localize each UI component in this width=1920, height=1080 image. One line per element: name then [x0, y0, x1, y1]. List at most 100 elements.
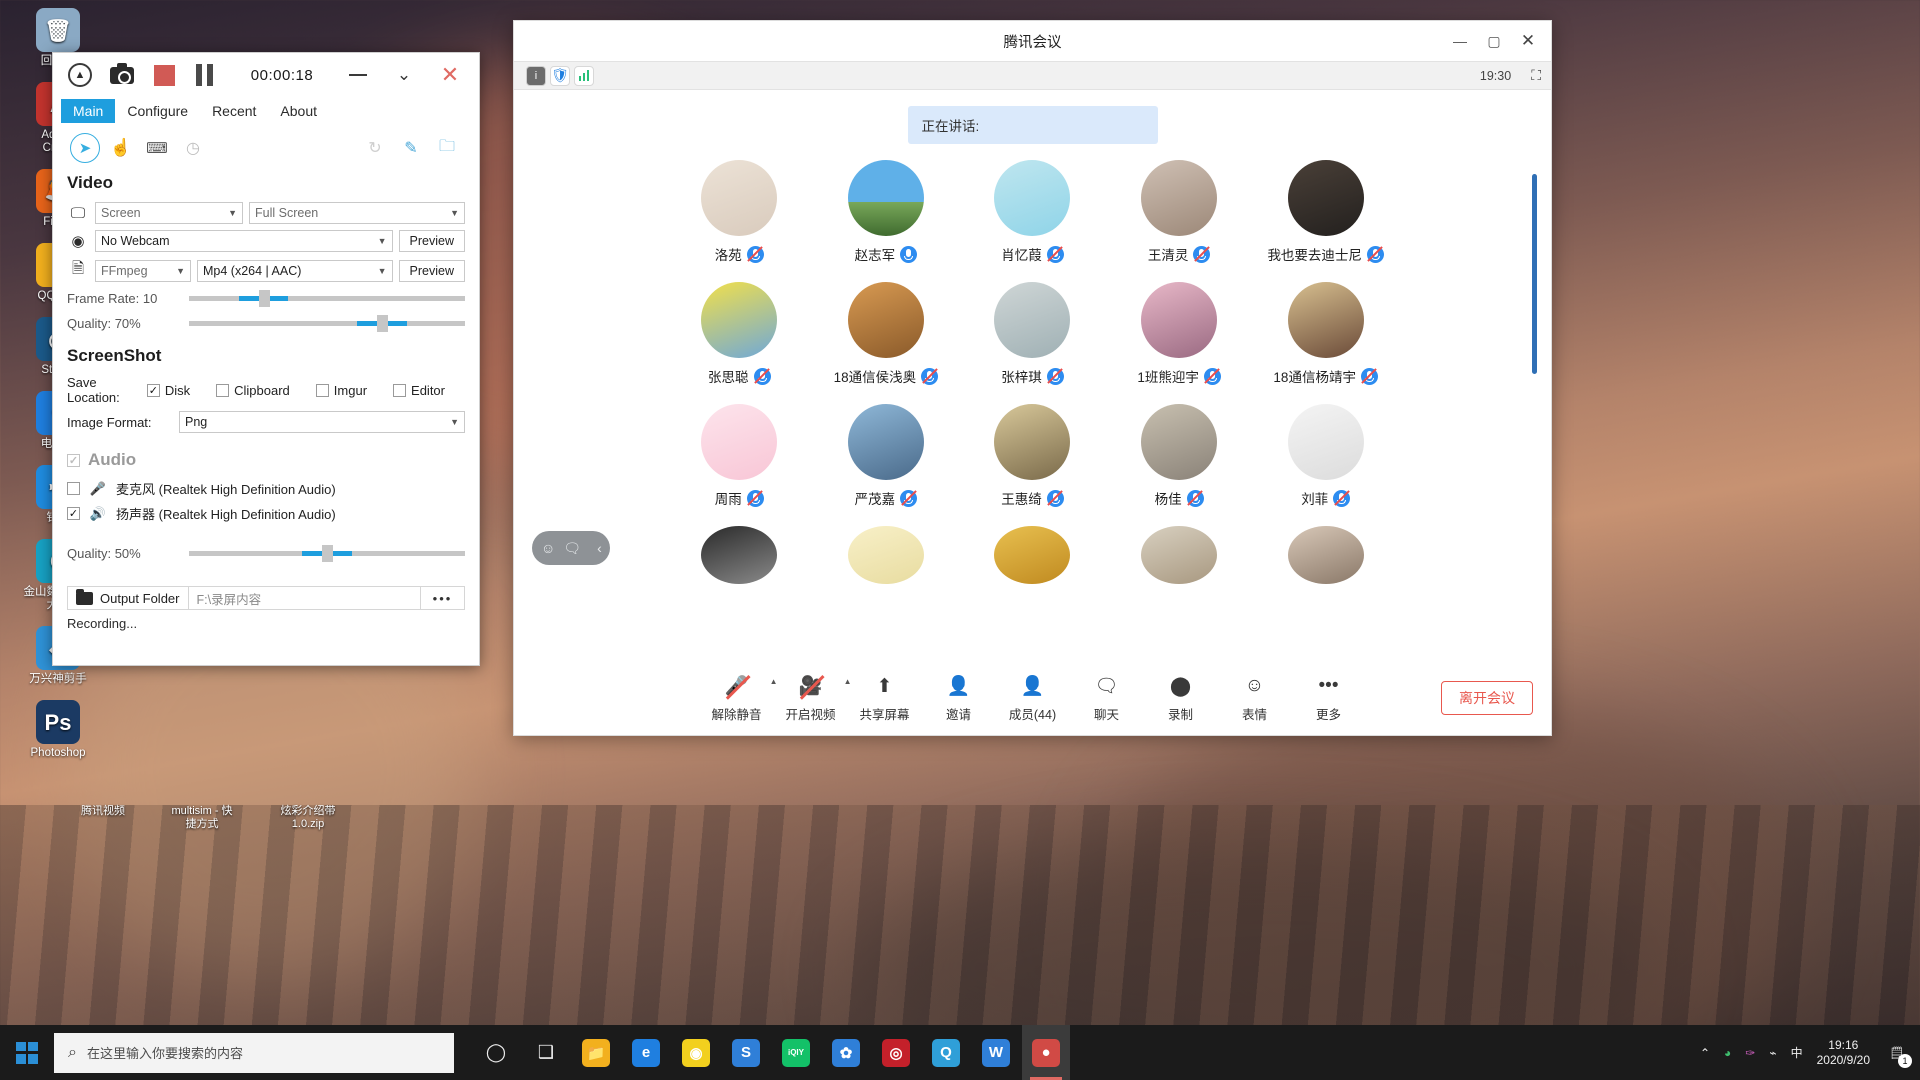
toolbar-表情[interactable]: ☺ 表情 [1218, 673, 1292, 723]
output-path-field[interactable]: F:\录屏内容 [187, 586, 421, 610]
participant-tile[interactable]: 肖忆葭 [959, 160, 1106, 264]
toolbar-聊天[interactable]: 🗨 聊天 [1070, 673, 1144, 723]
close-icon[interactable]: ✕ [1511, 27, 1545, 55]
output-folder-button[interactable]: Output Folder [67, 586, 188, 610]
participant-tile[interactable]: 张梓琪 [959, 282, 1106, 386]
taskbar-search-box[interactable]: ⌕ 在这里输入你要搜索的内容 [54, 1032, 454, 1073]
webcam-select[interactable]: No Webcam ▼ [95, 230, 393, 252]
participant-tile[interactable] [666, 526, 813, 584]
taskbar-recorder-icon[interactable]: ● [1022, 1025, 1070, 1080]
checkbox[interactable] [315, 383, 329, 397]
chevron-up-icon[interactable]: ⌃ [1700, 1046, 1710, 1060]
checkbox[interactable] [393, 383, 407, 397]
pen-icon[interactable]: ✎ [393, 133, 429, 163]
keyboard-icon[interactable]: ⌨ [139, 133, 175, 163]
participant-scrollbar[interactable] [1532, 174, 1537, 374]
collapse-icon[interactable]: ▲ [67, 62, 93, 88]
save-location-option[interactable]: Editor [393, 383, 457, 398]
participant-tile[interactable]: 严茂嘉 [813, 404, 960, 508]
output-browse-button[interactable]: ••• [421, 586, 465, 610]
participant-tile[interactable]: 洛苑 [666, 160, 813, 264]
toolbar-解除静音[interactable]: 🎤 解除静音 ▲ [700, 673, 777, 723]
refresh-icon[interactable]: ↻ [357, 133, 393, 163]
toolbar-录制[interactable]: ⬤ 录制 [1144, 673, 1218, 723]
participant-tile[interactable]: 张思聪 [666, 282, 813, 386]
format-select[interactable]: Mp4 (x264 | AAC) ▼ [197, 259, 393, 282]
participant-tile[interactable]: 刘菲 [1252, 404, 1399, 508]
checkbox[interactable]: ✓ [67, 507, 80, 520]
taskbar-file-explorer-icon[interactable]: 📁 [572, 1025, 620, 1080]
participant-tile[interactable]: 杨佳 [1106, 404, 1253, 508]
save-location-option[interactable]: Clipboard [216, 383, 302, 398]
wifi-icon[interactable]: ⌁ [1769, 1046, 1776, 1060]
start-button[interactable] [0, 1025, 54, 1080]
taskbar-wps-icon[interactable]: W [972, 1025, 1020, 1080]
toolbar-开启视频[interactable]: 🎥 开启视频 ▲ [774, 673, 851, 723]
participant-tile[interactable]: 赵志军 [813, 160, 960, 264]
leave-meeting-button[interactable]: 离开会议 [1441, 681, 1533, 715]
participant-tile[interactable]: 18通信侯浅奥 [813, 282, 960, 386]
stop-icon[interactable] [151, 62, 177, 88]
recorder-tab-main[interactable]: Main [61, 99, 116, 123]
taskbar-edge-icon[interactable]: e [622, 1025, 670, 1080]
recorder-tab-about[interactable]: About [268, 99, 329, 123]
folder-icon[interactable]: 🗀 [429, 133, 465, 163]
participant-tile[interactable] [1252, 526, 1399, 584]
taskbar-cortana-icon[interactable]: ◯ [472, 1025, 520, 1080]
network-icon[interactable]: ◕ [1724, 1046, 1731, 1060]
ime-indicator[interactable]: 中 [1791, 1044, 1803, 1061]
minimize-icon[interactable]: — [1443, 27, 1477, 55]
fullscreen-icon[interactable]: ⛶ [1531, 67, 1541, 84]
taskbar-clock[interactable]: 19:16 2020/9/20 [1817, 1038, 1870, 1068]
cursor-icon[interactable]: ➤ [67, 133, 103, 163]
taskbar-netease-icon[interactable]: ◎ [872, 1025, 920, 1080]
toolbar-邀请[interactable]: 👤 邀请 [922, 673, 996, 723]
desktop-icon[interactable]: Ps Photoshop [6, 700, 110, 760]
audio-quality-slider[interactable] [189, 545, 465, 562]
participant-tile[interactable] [959, 526, 1106, 584]
taskbar-sogou-icon[interactable]: S [722, 1025, 770, 1080]
taskbar-app-icon[interactable]: ✿ [822, 1025, 870, 1080]
taskbar-browser-icon[interactable]: ◉ [672, 1025, 720, 1080]
video-quality-slider[interactable] [189, 315, 465, 332]
participant-tile[interactable] [813, 526, 960, 584]
recorder-tab-configure[interactable]: Configure [115, 99, 200, 123]
video-source-select[interactable]: Screen ▼ [95, 202, 243, 224]
emoji-icon[interactable]: ☺ [541, 540, 555, 556]
image-format-select[interactable]: Png ▼ [179, 411, 465, 433]
encoder-select[interactable]: FFmpeg ▼ [95, 259, 191, 282]
pen-icon[interactable]: ✑ [1745, 1046, 1755, 1060]
camera-icon[interactable] [109, 62, 135, 88]
webcam-preview-button[interactable]: Preview [398, 230, 465, 252]
timer-icon[interactable]: ◷ [175, 133, 211, 163]
maximize-icon[interactable]: ▢ [1477, 27, 1511, 55]
minimize-icon[interactable] [345, 62, 371, 88]
notification-center-button[interactable]: 🗒 1 [1884, 1040, 1912, 1068]
toolbar-更多[interactable]: ••• 更多 [1292, 673, 1366, 723]
audio-device-row[interactable]: ✓ 🔊 扬声器 (Realtek High Definition Audio) [53, 501, 479, 526]
frame-rate-slider[interactable] [189, 290, 465, 307]
participant-tile[interactable]: 1班熊迎宇 [1106, 282, 1253, 386]
taskbar-iqiyi-icon[interactable]: iQIY [772, 1025, 820, 1080]
taskbar-qq-browser-icon[interactable]: Q [922, 1025, 970, 1080]
participant-tile[interactable]: 18通信杨靖宇 [1252, 282, 1399, 386]
close-icon[interactable]: ✕ [437, 62, 463, 88]
taskbar-task-view-icon[interactable]: ❑ [522, 1025, 570, 1080]
participant-tile[interactable]: 王惠绮 [959, 404, 1106, 508]
participant-tile[interactable]: 王清灵 [1106, 160, 1253, 264]
audio-device-row[interactable]: 🎤 麦克风 (Realtek High Definition Audio) [53, 476, 479, 501]
format-preview-button[interactable]: Preview [398, 259, 465, 282]
info-icon[interactable]: i [526, 65, 546, 86]
audio-enable-checkbox[interactable]: ✓ [67, 453, 80, 467]
shield-icon[interactable]: 🛡 [550, 65, 570, 86]
video-region-select[interactable]: Full Screen ▼ [249, 202, 465, 224]
participant-tile[interactable]: 我也要去迪士尼 [1252, 160, 1399, 264]
checkbox[interactable] [216, 383, 230, 397]
checkbox[interactable] [67, 482, 80, 495]
click-icon[interactable]: ☝ [103, 133, 139, 163]
save-location-option[interactable]: ✓ Disk [146, 383, 202, 398]
save-location-option[interactable]: Imgur [315, 383, 379, 398]
participant-tile[interactable] [1106, 526, 1253, 584]
chevron-down-icon[interactable]: ⌄ [391, 62, 417, 88]
checkbox[interactable]: ✓ [146, 383, 160, 397]
